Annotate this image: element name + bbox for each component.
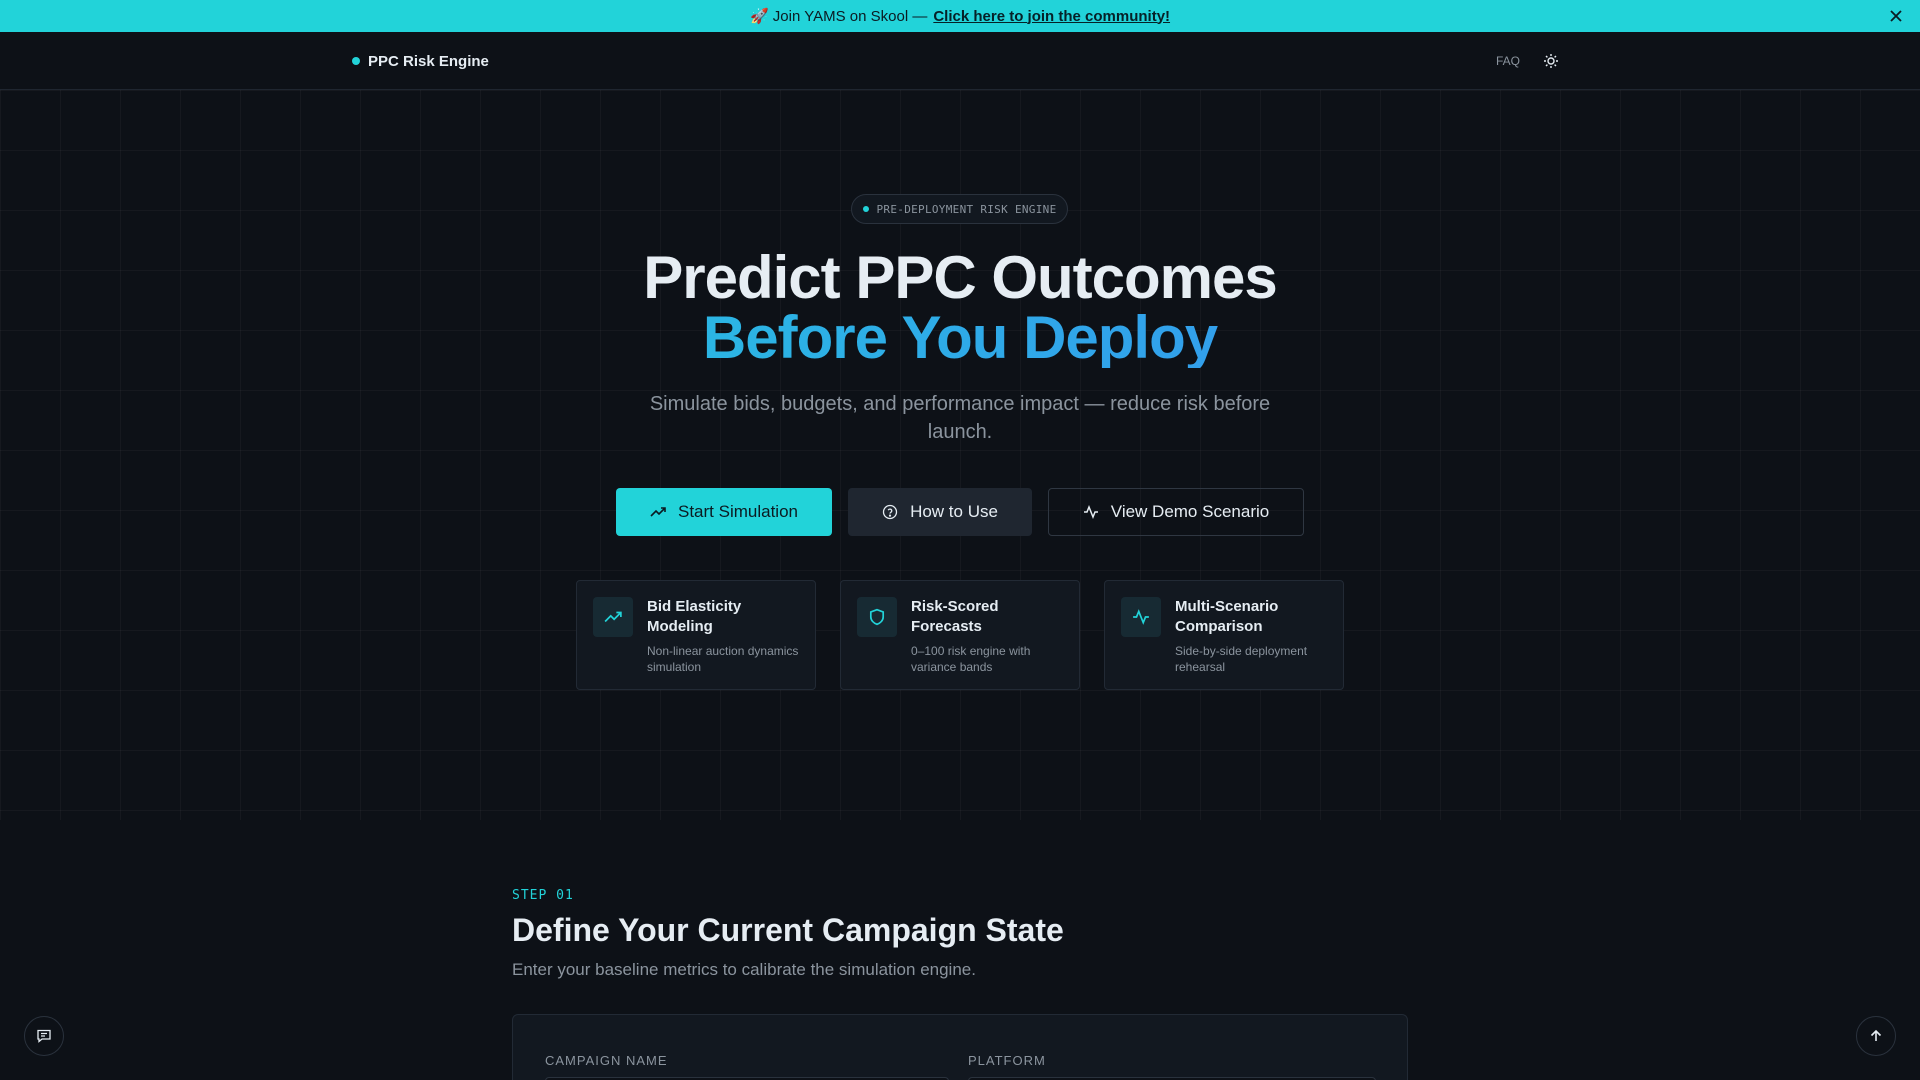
step-title: Define Your Current Campaign State (512, 912, 1064, 948)
campaign-form-card: CAMPAIGN NAME PLATFORM (512, 1014, 1408, 1080)
badge-dot-icon (862, 206, 869, 212)
activity-icon (1083, 504, 1098, 520)
shield-icon (857, 597, 897, 637)
feature-title: Multi-Scenario Comparison (1175, 598, 1279, 635)
feature-desc: Non-linear auction dynamics simulation (647, 644, 799, 674)
feedback-button[interactable] (24, 1016, 64, 1056)
sun-icon[interactable] (1542, 52, 1560, 70)
hero-headline: Predict PPC Outcomes Before You Deploy (0, 248, 1920, 368)
nav-actions: FAQ (1496, 32, 1560, 90)
feature-title: Risk-Scored Forecasts (911, 598, 999, 635)
feature-cards: Bid Elasticity Modeling Non-linear aucti… (0, 580, 1920, 690)
platform-label: PLATFORM (968, 1053, 1046, 1068)
campaign-name-label: CAMPAIGN NAME (545, 1053, 668, 1068)
feature-card-bid-elasticity: Bid Elasticity Modeling Non-linear aucti… (576, 580, 816, 690)
banner-text: 🚀 Join YAMS on Skool — (749, 8, 928, 25)
headline-line-2: Before You Deploy (0, 308, 1920, 368)
feature-card-multi-scenario: Multi-Scenario Comparison Side-by-side d… (1104, 580, 1344, 690)
feature-card-risk-scored: Risk-Scored Forecasts 0–100 risk engine … (840, 580, 1080, 690)
hero-badge: PRE-DEPLOYMENT RISK ENGINE (851, 194, 1068, 224)
feature-title: Bid Elasticity Modeling (647, 598, 742, 635)
trending-up-icon (650, 507, 666, 517)
step-label: STEP 01 (512, 888, 574, 903)
how-to-use-label: How to Use (910, 502, 998, 521)
view-demo-button[interactable]: View Demo Scenario (1048, 488, 1304, 536)
hero-section: PRE-DEPLOYMENT RISK ENGINE Predict PPC O… (0, 90, 1920, 820)
brand-name: PPC Risk Engine (368, 52, 489, 70)
brand-logo[interactable]: PPC Risk Engine (352, 32, 489, 90)
feature-desc: Side-by-side deployment rehearsal (1175, 644, 1308, 674)
announcement-banner: 🚀 Join YAMS on Skool — Click here to joi… (0, 0, 1920, 32)
help-circle-icon (882, 504, 898, 520)
hero-buttons: Start Simulation How to Use View Demo Sc… (0, 488, 1920, 536)
faq-link[interactable]: FAQ (1496, 54, 1520, 68)
view-demo-label: View Demo Scenario (1110, 502, 1270, 521)
step-subtitle: Enter your baseline metrics to calibrate… (512, 960, 976, 979)
top-nav: PPC Risk Engine FAQ (0, 32, 1920, 90)
banner-join-link[interactable]: Click here to join the community! (933, 8, 1170, 25)
hero-subtitle: Simulate bids, budgets, and performance … (649, 393, 1271, 443)
trending-up-icon (593, 597, 633, 637)
badge-text: PRE-DEPLOYMENT RISK ENGINE (876, 202, 1057, 216)
message-square-icon (37, 1029, 51, 1043)
arrow-up-icon (1870, 1029, 1882, 1041)
start-simulation-label: Start Simulation (678, 502, 798, 521)
close-icon[interactable] (1886, 6, 1906, 26)
brand-dot-icon (352, 57, 360, 65)
start-simulation-button[interactable]: Start Simulation (616, 488, 832, 536)
headline-line-1: Predict PPC Outcomes (643, 244, 1278, 311)
scroll-to-top-button[interactable] (1856, 1016, 1896, 1056)
how-to-use-button[interactable]: How to Use (848, 488, 1032, 536)
activity-icon (1121, 597, 1161, 637)
feature-desc: 0–100 risk engine with variance bands (911, 644, 1031, 674)
